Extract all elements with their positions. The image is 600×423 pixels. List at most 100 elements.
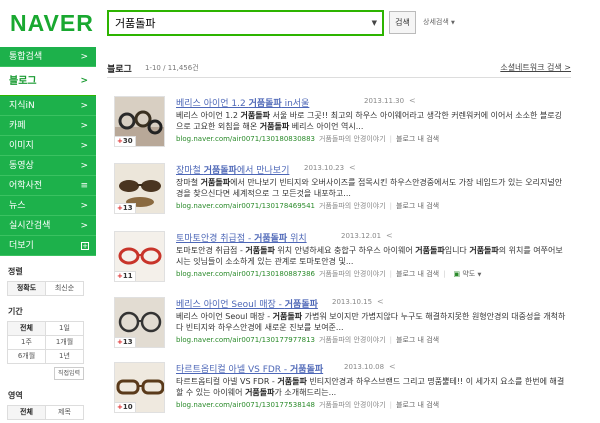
search-input[interactable] (109, 12, 359, 34)
map-link[interactable]: ▣ 약도 ▼ (453, 270, 481, 278)
result-meta: blog.naver.com/air0071/130180887386 거품돌파의… (176, 269, 481, 279)
area-all[interactable]: 전체 (7, 405, 46, 420)
blog-name[interactable]: 거품돌파의 안경이야기 (319, 270, 386, 278)
chevron-right-icon: > (80, 76, 88, 86)
share-icon[interactable]: < (386, 232, 394, 240)
result-url[interactable]: blog.naver.com/air0071/130177538148 (176, 401, 315, 409)
chevron-right-icon: > (80, 141, 88, 151)
sidebar-item-label: 지식iN (9, 101, 35, 111)
sidebar: 통합검색 > 블로그 > 지식iN > 카페 > 이미지 > 동영상 > 어학사전 ≡ 뉴스 >… (0, 47, 96, 420)
result-url[interactable]: blog.naver.com/air0071/130177977813 (176, 336, 315, 344)
plus-icon: + (81, 242, 89, 250)
image-count-badge: +11 (115, 271, 136, 281)
image-count-badge: +13 (115, 337, 136, 347)
blog-name[interactable]: 거품돌파의 안경이야기 (319, 202, 386, 210)
sidebar-item-realtime[interactable]: 실시간검색 > (0, 216, 96, 236)
share-icon[interactable]: < (349, 164, 357, 172)
sort-accuracy[interactable]: 정확도 (7, 281, 46, 296)
result-title-link[interactable]: 베리스 아이언 1.2 거품돌파 in서울 (176, 96, 309, 109)
result-item: +11 토마토안경 취급점 - 거품돌파 위치 2013.12.01 < 토마토… (114, 231, 574, 293)
result-thumbnail[interactable]: +11 (114, 231, 165, 282)
result-description: 베리스 아이언 1.2 거품돌파 서울 바로 그곳!! 최고의 하우스 아이웨어… (176, 111, 562, 131)
sort-filter-title: 정렬 (8, 267, 23, 276)
image-count-badge: +10 (115, 402, 136, 412)
result-meta: blog.naver.com/air0071/130177977813 거품돌파의… (176, 335, 439, 345)
blog-name[interactable]: 거품돌파의 안경이야기 (319, 135, 386, 143)
sidebar-item-label: 카페 (9, 121, 26, 131)
period-1day[interactable]: 1일 (45, 321, 84, 336)
naver-logo[interactable]: NAVER (10, 10, 94, 37)
sidebar-item-news[interactable]: 뉴스 > (0, 196, 96, 216)
divider: | (389, 270, 392, 278)
chevron-down-icon: ▼ (451, 20, 455, 26)
search-box[interactable]: ▼ (107, 10, 384, 36)
social-network-search-link[interactable]: 소셜네트워크 검색 > (500, 62, 571, 73)
result-url[interactable]: blog.naver.com/air0071/130180830883 (176, 135, 315, 143)
sidebar-item-cafe[interactable]: 카페 > (0, 116, 96, 136)
chevron-right-icon: > (80, 52, 88, 62)
result-date: 2013.10.08 (344, 363, 385, 371)
in-blog-search-link[interactable]: 블로그 내 검색 (396, 202, 439, 210)
share-icon[interactable]: < (377, 298, 385, 306)
result-url[interactable]: blog.naver.com/air0071/130180887386 (176, 270, 315, 278)
result-thumbnail[interactable]: +30 (114, 96, 165, 147)
sidebar-item-kin[interactable]: 지식iN > (0, 96, 96, 116)
sidebar-item-dictionary[interactable]: 어학사전 ≡ (0, 176, 96, 196)
sidebar-item-label: 뉴스 (9, 201, 26, 211)
result-title-link[interactable]: 타르트옵티컬 아넬 VS FDR - 거품돌파 (176, 362, 323, 375)
results-count: 1-10 / 11,456건 (145, 64, 199, 72)
divider: | (389, 336, 392, 344)
share-icon[interactable]: < (409, 97, 417, 105)
sidebar-item-label: 이미지 (9, 141, 34, 151)
result-item: +13 장마철 거품돌파에서 만나보기 2013.10.23 < 장마철 거품돌… (114, 163, 574, 225)
blog-name[interactable]: 거품돌파의 안경이야기 (319, 336, 386, 344)
result-thumbnail[interactable]: +10 (114, 362, 165, 413)
in-blog-search-link[interactable]: 블로그 내 검색 (396, 270, 439, 278)
period-all[interactable]: 전체 (7, 321, 46, 336)
search-button[interactable]: 검색 (389, 11, 416, 34)
area-filter-title: 영역 (8, 391, 23, 400)
chevron-right-icon: > (80, 221, 88, 231)
result-title-link[interactable]: 토마토안경 취급점 - 거품돌파 위치 (176, 231, 307, 244)
result-item: +13 베리스 아이언 Seoul 매장 - 거품돌파 2013.10.15 <… (114, 297, 574, 359)
result-description: 베리스 아이언 Seoul 매장 - 거품돌파 가볍워 보이지만 가볍지않다 누… (176, 312, 566, 332)
result-thumbnail[interactable]: +13 (114, 163, 165, 214)
period-direct-input-button[interactable]: 직접입력 (54, 367, 84, 380)
sidebar-item-blog[interactable]: 블로그 > (0, 67, 96, 96)
blog-name[interactable]: 거품돌파의 안경이야기 (319, 401, 386, 409)
period-filter-title: 기간 (8, 307, 23, 316)
autocomplete-toggle-icon[interactable]: ▼ (372, 19, 377, 27)
menu-icon: ≡ (80, 181, 88, 191)
sidebar-item-image[interactable]: 이미지 > (0, 136, 96, 156)
result-url[interactable]: blog.naver.com/air0071/130178469541 (176, 202, 315, 210)
period-6months[interactable]: 6개월 (7, 349, 46, 364)
result-date: 2013.11.30 (364, 97, 405, 105)
advanced-search-link[interactable]: 상세검색 ▼ (423, 17, 455, 27)
period-1year[interactable]: 1년 (45, 349, 84, 364)
period-1week[interactable]: 1주 (7, 335, 46, 350)
sidebar-item-more[interactable]: 더보기 + (0, 236, 96, 256)
result-meta: blog.naver.com/air0071/130177538148 거품돌파의… (176, 400, 439, 410)
chevron-right-icon: > (80, 101, 88, 111)
sidebar-item-label: 블로그 (9, 76, 37, 87)
result-date: 2013.10.15 (332, 298, 373, 306)
share-icon[interactable]: < (389, 363, 397, 371)
sort-latest[interactable]: 최신순 (45, 281, 84, 296)
result-title-link[interactable]: 베리스 아이언 Seoul 매장 - 거품돌파 (176, 297, 318, 310)
result-meta: blog.naver.com/air0071/130178469541 거품돌파의… (176, 201, 439, 211)
in-blog-search-link[interactable]: 블로그 내 검색 (396, 135, 439, 143)
area-title[interactable]: 제목 (45, 405, 84, 420)
result-date: 2013.10.23 (304, 164, 345, 172)
area-filter: 영역 전체 제목 (0, 390, 96, 420)
divider: | (443, 270, 446, 278)
in-blog-search-link[interactable]: 블로그 내 검색 (396, 336, 439, 344)
sidebar-item-video[interactable]: 동영상 > (0, 156, 96, 176)
result-description: 장마철 거품돌파에서 만나보기 빈티지와 오버사이즈를 접목시킨 하우스안경중에… (176, 178, 563, 198)
result-title-link[interactable]: 장마철 거품돌파에서 만나보기 (176, 163, 289, 176)
divider: | (389, 135, 392, 143)
map-icon: ▣ (453, 270, 461, 278)
period-1month[interactable]: 1개월 (45, 335, 84, 350)
in-blog-search-link[interactable]: 블로그 내 검색 (396, 401, 439, 409)
sidebar-item-integrated[interactable]: 통합검색 > (0, 47, 96, 67)
result-thumbnail[interactable]: +13 (114, 297, 165, 348)
